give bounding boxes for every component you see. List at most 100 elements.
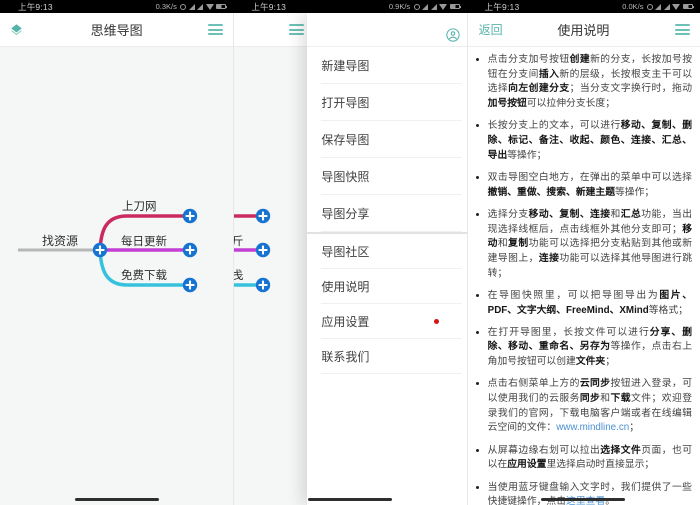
help-text-bold: 连接: [539, 253, 559, 264]
signal-icon: [655, 4, 661, 10]
help-text: 点击右侧菜单上方的: [488, 378, 580, 389]
status-bar: 上午9:13 0.9K/s: [233, 0, 466, 13]
add-branch-button[interactable]: [183, 243, 197, 257]
clock-icon: [414, 4, 420, 10]
branch-label[interactable]: 每日更新: [121, 234, 167, 248]
drawer-menu-item[interactable]: 打开导图: [307, 84, 466, 121]
side-drawer: 新建导图打开导图保存导图导图快照导图分享 导图社区使用说明应用设置联系我们: [307, 13, 466, 505]
drawer-menu-item[interactable]: 导图分享: [307, 195, 466, 232]
branch-label-clipped: 斤: [233, 235, 244, 248]
add-branch-button[interactable]: [93, 243, 107, 257]
help-text: ；: [629, 422, 639, 433]
help-text: 和: [498, 238, 508, 249]
home-indicator[interactable]: [75, 498, 159, 501]
help-text-bold: 选择文件: [600, 445, 641, 456]
drawer-menu-item[interactable]: 保存导图: [307, 121, 466, 158]
help-text: 双击导图空白地方，在弹出的菜单中可以选择: [488, 172, 692, 183]
help-bullet: 当使用蓝牙键盘输入文字时，我们提供了一些快捷键操作，点击这里查看。: [488, 480, 692, 505]
help-link[interactable]: www.mindline.cn: [556, 422, 629, 433]
branch-label[interactable]: 上刀网: [122, 200, 157, 213]
help-text: ；当分支文字换行时，拖动: [570, 83, 692, 94]
toolbar: 返回 使用说明: [467, 13, 700, 47]
help-text-bold: 创建: [570, 54, 590, 65]
signal-icon: [197, 4, 203, 10]
signal-icon: [189, 4, 195, 10]
battery-icon: [450, 4, 460, 9]
help-text: 等操作；: [615, 187, 654, 198]
add-branch-button[interactable]: [256, 209, 270, 223]
help-text-bold: 下载: [611, 393, 631, 404]
panel-drawer-menu: 上午9:13 0.9K/s 斤 戋: [233, 0, 466, 505]
help-text: 等操作；: [507, 150, 546, 161]
help-text-bold: 撤销、重做、搜索、新建主题: [488, 187, 615, 198]
drawer-menu-item-label: 导图快照: [321, 168, 369, 185]
signal-icon: [664, 4, 670, 10]
help-bullet: 点击分支加号按钮创建新的分支，长按加号按钮在分支间插入新的层级，长按根支主干可以…: [488, 52, 692, 112]
home-indicator[interactable]: [541, 498, 625, 501]
screenshot-composite: 上午9:13 0.3K/s 思维导图 找资源: [0, 0, 700, 505]
help-text-bold: 加号按钮: [488, 98, 527, 109]
add-branch-button[interactable]: [183, 278, 197, 292]
help-content: 点击分支加号按钮创建新的分支，长按加号按钮在分支间插入新的层级，长按根支主干可以…: [479, 47, 692, 499]
help-bullet-list: 点击分支加号按钮创建新的分支，长按加号按钮在分支间插入新的层级，长按根支主干可以…: [479, 52, 692, 505]
status-icons: 0.9K/s: [389, 2, 460, 11]
help-text-bold: 汇总: [621, 209, 641, 220]
help-text-bold: 应用设置: [507, 459, 546, 470]
wifi-icon: [439, 4, 447, 10]
toolbar: 思维导图: [0, 13, 233, 47]
add-branch-button[interactable]: [256, 278, 270, 292]
menu-hamburger-icon[interactable]: [289, 24, 304, 35]
help-text-bold: 同步: [580, 393, 600, 404]
root-node-label[interactable]: 找资源: [42, 234, 78, 248]
panel-mindmap: 上午9:13 0.3K/s 思维导图 找资源: [0, 0, 233, 505]
help-text: 里选择启动时直接显示；: [546, 459, 654, 470]
net-speed: 0.9K/s: [389, 2, 410, 11]
drawer-menu-item[interactable]: 使用说明: [307, 269, 466, 304]
drawer-menu-item[interactable]: 导图快照: [307, 158, 466, 195]
branch-label[interactable]: 免费下载: [121, 268, 167, 282]
help-bullet: 选择分支移动、复制、连接和汇总功能，当出现选择线框后，点击线框外其他分支即可；移…: [488, 207, 692, 282]
add-branch-button[interactable]: [256, 243, 270, 257]
drawer-menu-item-label: 联系我们: [321, 348, 369, 365]
help-bullet: 长按分支上的文本，可以进行移动、复制、删除、标记、备注、收起、颜色、连接、汇总、…: [488, 118, 692, 163]
drawer-menu-item[interactable]: 导图社区: [307, 234, 466, 269]
help-text-bold: 插入: [539, 69, 559, 80]
add-branch-button[interactable]: [183, 209, 197, 223]
help-text: 点击分支加号按钮: [488, 54, 570, 65]
wifi-icon: [206, 4, 214, 10]
update-badge-dot: [434, 319, 439, 324]
help-bullet: 点击右侧菜单上方的云同步按钮进入登录，可以使用我们的云服务同步和下载文件；欢迎登…: [488, 376, 692, 436]
status-icons: 0.0K/s: [622, 2, 693, 11]
panel-help: 上午9:13 0.0K/s 返回 使用说明 点击分支加号按钮创建新的分支，长按加…: [467, 0, 700, 505]
drawer-menu-item-label: 保存导图: [321, 131, 369, 148]
drawer-menu-item[interactable]: 应用设置: [307, 304, 466, 339]
page-title: 使用说明: [467, 20, 700, 39]
drawer-menu-item-label: 应用设置: [321, 313, 369, 330]
account-icon[interactable]: [446, 28, 460, 42]
drawer-menu-item[interactable]: 新建导图: [307, 47, 466, 84]
wifi-icon: [672, 4, 680, 10]
help-text: 等格式；: [649, 305, 688, 316]
status-bar: 上午9:13 0.0K/s: [467, 0, 700, 13]
home-indicator[interactable]: [308, 498, 392, 501]
help-bullet: 双击导图空白地方，在弹出的菜单中可以选择撤销、重做、搜索、新建主题等操作；: [488, 170, 692, 200]
menu-hamburger-icon[interactable]: [208, 24, 223, 35]
help-text: 在导图快照里，可以把导图导出为: [488, 290, 660, 301]
help-text: 从屏幕边缘右划可以拉出: [488, 445, 601, 456]
help-bullet: 在打开导图里，长按文件可以进行分享、删除、移动、重命名、另存为等操作，点击右上角…: [488, 325, 692, 370]
drawer-menu-item-label: 导图社区: [321, 243, 369, 260]
battery-icon: [216, 4, 226, 9]
help-text: 选择分支: [488, 209, 529, 220]
status-icons: 0.3K/s: [156, 2, 227, 11]
help-text-bold: 复制: [508, 238, 528, 249]
net-speed: 0.3K/s: [156, 2, 177, 11]
help-text: ；: [605, 356, 615, 367]
drawer-menu-item-label: 导图分享: [321, 205, 369, 222]
page-title: 思维导图: [0, 20, 233, 39]
mindmap-graph: 找资源 上刀网 每日更新 免费下载: [0, 0, 233, 505]
drawer-menu-item[interactable]: 联系我们: [307, 339, 466, 374]
menu-hamburger-icon[interactable]: [675, 24, 690, 35]
drawer-menu-group-top: 新建导图打开导图保存导图导图快照导图分享: [307, 47, 466, 232]
help-text-bold: 文件夹: [576, 356, 605, 367]
signal-icon: [422, 4, 428, 10]
